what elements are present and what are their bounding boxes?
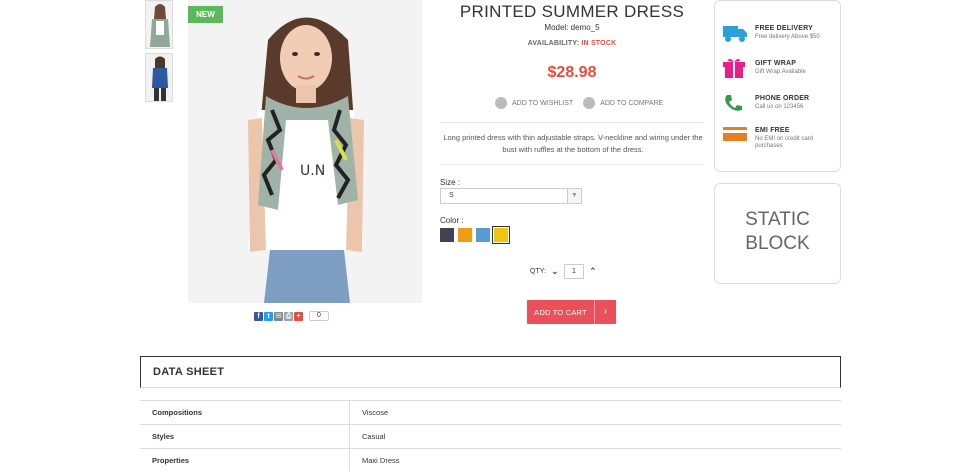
qty-input[interactable]: 1 xyxy=(563,264,584,279)
thumbnail-2[interactable] xyxy=(145,53,173,102)
quantity-stepper: QTY: ⌄ 1 ⌃ xyxy=(530,264,599,279)
add-to-cart-label: ADD TO CART xyxy=(534,307,587,317)
chevron-down-icon: ▼ xyxy=(567,189,581,203)
product-description: Long printed dress with thin adjustable … xyxy=(443,133,703,154)
service-subtitle: No EMI on credit card purchases xyxy=(755,136,814,149)
service-subtitle: Gift Wrap Available xyxy=(755,69,806,75)
service-title: GIFT WRAP xyxy=(755,60,797,67)
add-to-compare-link[interactable]: ADD TO COMPARE xyxy=(583,97,663,109)
twitter-icon[interactable]: t xyxy=(264,311,273,321)
size-value: S xyxy=(449,192,454,199)
table-row: Compositions Viscose xyxy=(140,401,841,425)
size-label: Size : xyxy=(440,178,461,187)
service-subtitle: Call us on 123456 xyxy=(755,104,804,110)
color-swatch[interactable] xyxy=(476,228,490,242)
compare-label: ADD TO COMPARE xyxy=(600,99,664,107)
service-phone-order: PHONE ORDER Call us on 123456 xyxy=(723,93,839,115)
table-key: Compositions xyxy=(140,401,350,424)
size-select[interactable]: S ▼ xyxy=(440,188,582,204)
divider xyxy=(440,164,704,165)
heart-icon xyxy=(495,97,507,109)
qty-label: QTY: xyxy=(530,268,546,275)
services-box: FREE DELIVERY Free delivery Above $50 GI… xyxy=(714,0,841,172)
chevron-right-icon: › xyxy=(594,300,616,324)
table-row: Properties Maxi Dress xyxy=(140,449,841,471)
product-price: $28.98 xyxy=(547,64,597,81)
availability-label: AVAILABILITY: xyxy=(527,40,580,47)
data-sheet-title: DATA SHEET xyxy=(153,366,225,378)
color-label: Color : xyxy=(440,216,464,225)
color-swatch[interactable] xyxy=(458,228,472,242)
data-sheet-table: Compositions Viscose Styles Casual Prope… xyxy=(140,400,841,471)
new-badge: NEW xyxy=(188,6,223,23)
thumbnail-list xyxy=(145,0,173,106)
service-title: FREE DELIVERY xyxy=(755,25,813,32)
service-gift-wrap: GIFT WRAP Gift Wrap Available xyxy=(723,58,839,80)
print-icon[interactable]: ⎙ xyxy=(284,311,293,321)
static-block-line2: BLOCK xyxy=(745,233,810,254)
service-title: EMI FREE xyxy=(755,127,790,134)
static-block: STATIC BLOCK xyxy=(714,183,841,284)
compare-icon xyxy=(583,97,596,109)
product-title: PRINTED SUMMER DRESS xyxy=(459,2,685,21)
product-main-image[interactable]: U.N NEW xyxy=(188,0,422,303)
table-row: Styles Casual xyxy=(140,425,841,449)
thumbnail-1[interactable] xyxy=(145,0,173,49)
decrease-qty-button[interactable]: ⌄ xyxy=(549,266,561,277)
service-subtitle: Free delivery Above $50 xyxy=(755,34,820,40)
service-free-delivery: FREE DELIVERY Free delivery Above $50 xyxy=(723,23,839,45)
gift-icon xyxy=(723,58,747,80)
divider xyxy=(440,122,704,123)
color-swatch[interactable] xyxy=(492,226,510,244)
product-actions: ADD TO WISHLIST ADD TO COMPARE xyxy=(495,97,663,109)
data-sheet-header: DATA SHEET xyxy=(140,356,841,388)
table-key: Properties xyxy=(140,449,350,471)
social-share: f t ✉ ⎙ + 0 xyxy=(254,311,329,321)
product-model: Model: demo_5 xyxy=(544,23,600,32)
color-swatches xyxy=(440,226,510,244)
color-swatch[interactable] xyxy=(440,228,454,242)
service-emi-free: EMI FREE No EMI on credit card purchases xyxy=(723,125,839,150)
product-photo: U.N xyxy=(188,0,422,303)
delivery-truck-icon xyxy=(723,23,747,45)
share-count: 0 xyxy=(309,311,329,321)
facebook-icon[interactable]: f xyxy=(254,311,263,321)
more-share-icon[interactable]: + xyxy=(294,311,303,321)
wishlist-label: ADD TO WISHLIST xyxy=(512,99,574,107)
availability-value: IN STOCK xyxy=(581,40,617,47)
add-to-cart-button[interactable]: ADD TO CART › xyxy=(527,300,616,324)
email-icon[interactable]: ✉ xyxy=(274,311,283,321)
table-value: Maxi Dress xyxy=(362,456,400,465)
increase-qty-button[interactable]: ⌃ xyxy=(587,266,599,277)
service-title: PHONE ORDER xyxy=(755,95,810,102)
table-key: Styles xyxy=(140,425,350,448)
table-value: Viscose xyxy=(362,408,389,417)
credit-card-icon xyxy=(723,125,747,147)
svg-text:U.N: U.N xyxy=(300,163,325,179)
add-to-wishlist-link[interactable]: ADD TO WISHLIST xyxy=(495,97,573,109)
phone-icon xyxy=(723,93,747,115)
table-value: Casual xyxy=(362,432,386,441)
static-block-line1: STATIC xyxy=(745,209,810,230)
availability: AVAILABILITY: IN STOCK xyxy=(440,40,704,47)
